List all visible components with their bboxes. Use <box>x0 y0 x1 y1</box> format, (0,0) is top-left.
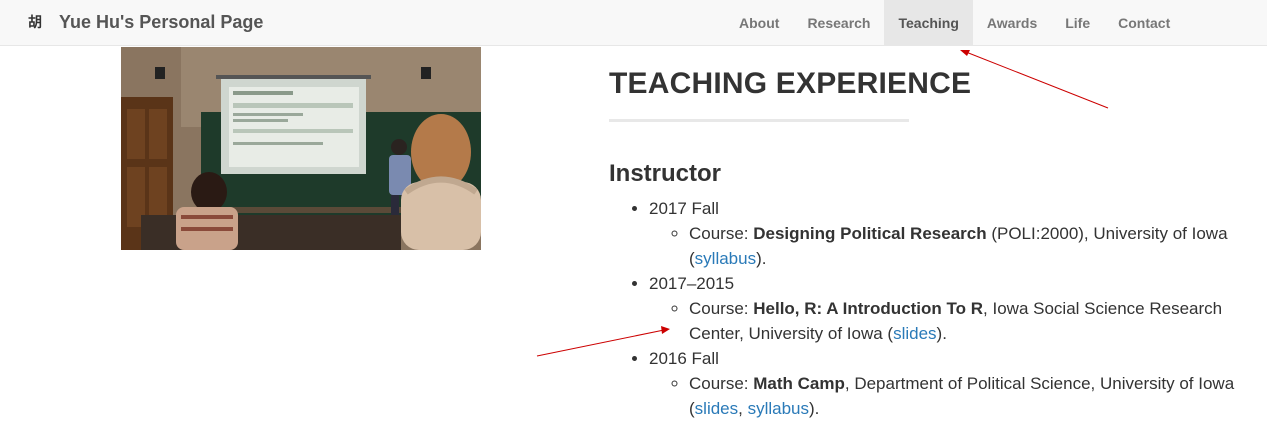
brand-link[interactable]: 胡 Yue Hu's Personal Page <box>28 0 263 44</box>
navbar: 胡 Yue Hu's Personal Page About Research … <box>0 0 1267 46</box>
entry-year: 2017 Fall <box>649 199 719 218</box>
nav-item-life[interactable]: Life <box>1051 0 1104 45</box>
course-prefix: Course: <box>689 374 754 393</box>
title-divider <box>609 119 909 122</box>
course-prefix: Course: <box>689 299 754 318</box>
link-separator: , <box>738 399 748 418</box>
slides-link[interactable]: slides <box>893 324 936 343</box>
course-list: Course: Hello, R: A Introduction To R, I… <box>649 296 1259 346</box>
syllabus-link[interactable]: syllabus <box>695 249 756 268</box>
entry-year: 2016 Fall <box>649 349 719 368</box>
teaching-list: 2017 Fall Course: Designing Political Re… <box>609 196 1259 421</box>
course-prefix: Course: <box>689 224 754 243</box>
nav-item-teaching[interactable]: Teaching <box>884 0 973 45</box>
course-name: Math Camp <box>753 374 845 393</box>
nav-item-research[interactable]: Research <box>793 0 884 45</box>
page-title: TEACHING EXPERIENCE <box>609 67 972 100</box>
brand-name: Yue Hu's Personal Page <box>59 11 264 32</box>
course-list: Course: Math Camp, Department of Politic… <box>649 371 1259 421</box>
section-title-instructor: Instructor <box>609 160 722 187</box>
list-item: 2017–2015 Course: Hello, R: A Introducti… <box>649 271 1259 346</box>
teaching-content: TEACHING EXPERIENCE Instructor 2017 Fall… <box>609 47 1259 421</box>
course-item: Course: Designing Political Research (PO… <box>689 221 1259 271</box>
nav-item-about[interactable]: About <box>725 0 793 45</box>
nav-item-contact[interactable]: Contact <box>1104 0 1184 45</box>
course-list: Course: Designing Political Research (PO… <box>649 221 1259 271</box>
classroom-photo-illustration <box>121 47 481 250</box>
course-suffix: ). <box>936 324 947 343</box>
course-item: Course: Math Camp, Department of Politic… <box>689 371 1259 421</box>
course-name: Hello, R: A Introduction To R <box>753 299 984 318</box>
course-item: Course: Hello, R: A Introduction To R, I… <box>689 296 1259 346</box>
entry-year: 2017–2015 <box>649 274 735 293</box>
brand-logo-icon: 胡 <box>28 15 42 31</box>
main-nav: About Research Teaching Awards Life Cont… <box>725 0 1184 45</box>
course-suffix: ). <box>756 249 767 268</box>
classroom-photo <box>121 47 481 250</box>
list-item: 2016 Fall Course: Math Camp, Department … <box>649 346 1259 421</box>
slides-link[interactable]: slides <box>695 399 738 418</box>
nav-item-awards[interactable]: Awards <box>973 0 1051 45</box>
course-suffix: ). <box>809 399 820 418</box>
list-item: 2017 Fall Course: Designing Political Re… <box>649 196 1259 271</box>
syllabus-link[interactable]: syllabus <box>748 399 809 418</box>
course-name: Designing Political Research <box>753 224 987 243</box>
